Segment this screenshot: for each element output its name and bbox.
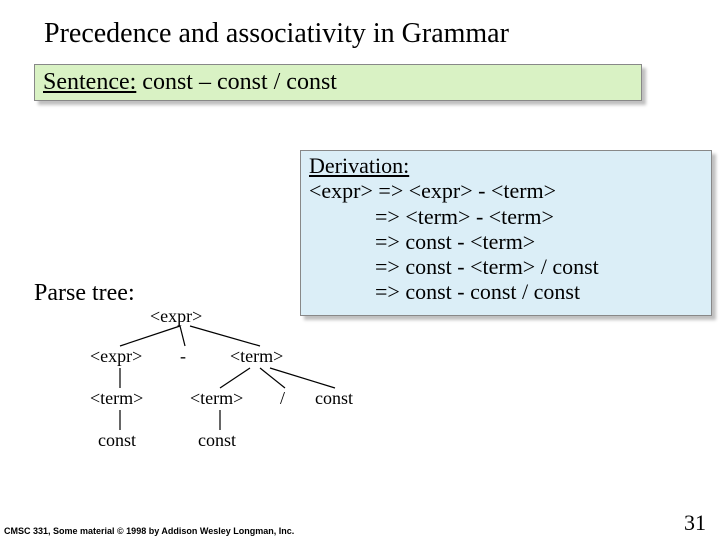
derivation-line: => <term> - <term>: [309, 204, 703, 229]
footer-text: CMSC 331, Some material © 1998 by Addiso…: [4, 526, 294, 536]
tree-node: /: [280, 388, 285, 409]
sentence-text: const – const / const: [136, 69, 337, 95]
derivation-line: => const - const / const: [309, 279, 703, 304]
tree-node: <expr>: [150, 306, 202, 327]
tree-node: <term>: [190, 388, 243, 409]
page-title: Precedence and associativity in Grammar: [0, 0, 720, 58]
tree-node: const: [198, 430, 236, 451]
page-number: 31: [684, 510, 706, 536]
derivation-label: Derivation:: [309, 153, 409, 178]
derivation-box: Derivation: <expr> => <expr> - <term> =>…: [300, 150, 712, 316]
tree-node: const: [98, 430, 136, 451]
derivation-line: <expr> => <expr> - <term>: [309, 178, 703, 203]
parse-tree-label: Parse tree:: [34, 280, 135, 307]
sentence-box: Sentence: const – const / const: [34, 64, 642, 101]
derivation-line: => const - <term> / const: [309, 254, 703, 279]
tree-node: <term>: [230, 346, 283, 367]
sentence-label: Sentence:: [43, 69, 136, 95]
tree-node: <expr>: [90, 346, 142, 367]
derivation-line: => const - <term>: [309, 229, 703, 254]
parse-tree: <expr> <expr> - <term> <term> <term> / c…: [90, 310, 410, 490]
tree-node: -: [180, 346, 186, 367]
tree-node: <term>: [90, 388, 143, 409]
tree-node: const: [315, 388, 353, 409]
